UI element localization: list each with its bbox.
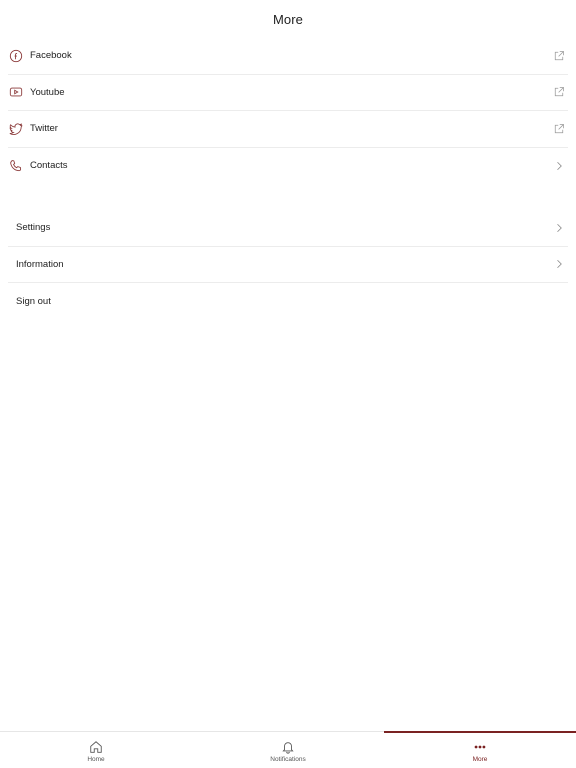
facebook-row[interactable]: Facebook [8,38,568,75]
chevron-right-icon [553,258,565,270]
social-links-list: Facebook Youtube Twitter Contacts [8,38,568,184]
sign-out-label: Sign out [16,295,51,307]
navigation-header: More [0,0,576,38]
more-screen: More Facebook Youtube Twitter Contacts S… [0,0,576,768]
tab-home-label: Home [87,756,105,763]
settings-row[interactable]: Settings [8,210,568,247]
phone-icon [9,159,23,173]
contacts-row[interactable]: Contacts [8,148,568,185]
settings-label: Settings [16,222,51,234]
chevron-right-icon [553,160,565,172]
youtube-row[interactable]: Youtube [8,75,568,111]
bell-icon [281,740,295,754]
tab-more-label: More [472,756,488,763]
information-label: Information [16,258,64,270]
tab-notifications[interactable]: Notifications [192,732,384,768]
contacts-label: Contacts [30,160,68,172]
chevron-right-icon [553,222,565,234]
sign-out-row[interactable]: Sign out [8,283,568,320]
external-link-icon [553,123,565,135]
tab-notifications-label: Notifications [270,756,306,763]
facebook-icon [9,49,23,63]
twitter-label: Twitter [30,123,58,135]
tab-home[interactable]: Home [0,732,192,768]
bottom-tab-bar: Home Notifications More [0,731,576,768]
more-dots-icon [473,740,487,754]
tab-more[interactable]: More [384,731,576,768]
page-title: More [272,11,304,27]
facebook-label: Facebook [30,50,72,62]
youtube-label: Youtube [30,86,65,98]
youtube-icon [9,85,23,99]
information-row[interactable]: Information [8,247,568,283]
home-icon [89,740,103,754]
twitter-icon [9,122,23,136]
external-link-icon [553,86,565,98]
twitter-row[interactable]: Twitter [8,111,568,148]
external-link-icon [553,50,565,62]
general-settings-list: Settings Information Sign out [8,210,568,320]
